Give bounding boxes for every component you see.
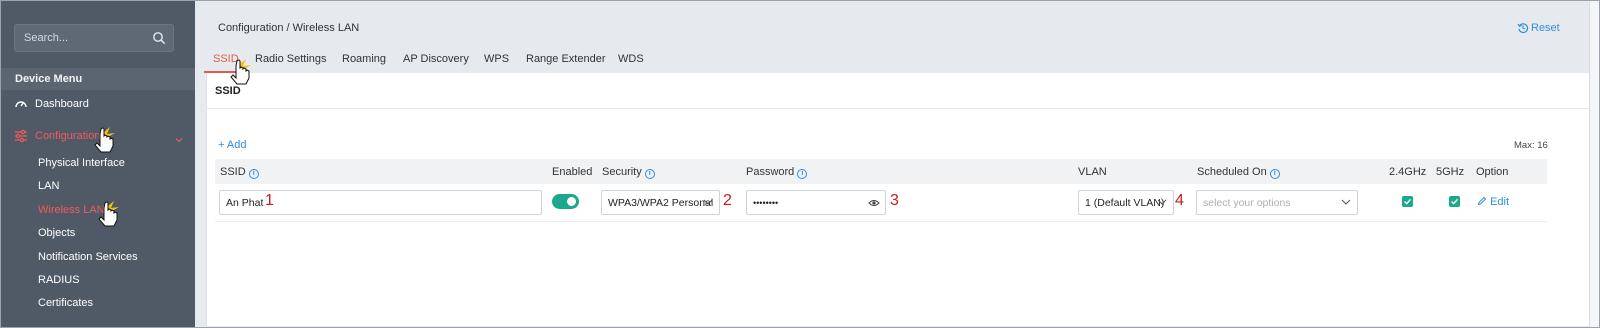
device-menu-heading: Device Menu xyxy=(1,68,195,90)
edit-label: Edit xyxy=(1490,196,1510,208)
table-header xyxy=(215,159,1547,184)
vlan-select[interactable]: 1 (Default VLAN) xyxy=(1078,190,1174,215)
security-value: WPA3/WPA2 Personal xyxy=(608,197,714,209)
scrollbar[interactable] xyxy=(1589,1,1599,327)
device-menu-label: Device Menu xyxy=(15,73,83,85)
sidebar-item-notification-services[interactable]: Notification Services xyxy=(38,251,138,263)
search-placeholder: Search... xyxy=(24,32,69,44)
annotation-number: 2 xyxy=(723,192,732,209)
schedule-select[interactable]: select your options xyxy=(1196,190,1358,215)
column-ssid-label: SSID xyxy=(220,166,246,178)
check-icon xyxy=(1404,198,1412,205)
search-icon[interactable] xyxy=(152,31,166,45)
info-icon[interactable]: i xyxy=(248,169,259,179)
history-icon xyxy=(1517,23,1529,33)
column-security-label: Security xyxy=(602,166,642,178)
pencil-icon xyxy=(1477,196,1487,206)
column-scheduled-on-label: Scheduled On xyxy=(1197,166,1267,178)
chevron-down-icon xyxy=(1341,199,1351,205)
annotation-number: 4 xyxy=(1175,192,1184,209)
column-password-label: Password xyxy=(746,166,795,178)
sidebar-item-dashboard[interactable]: Dashboard xyxy=(35,98,89,110)
tab-roaming[interactable]: Roaming xyxy=(342,53,386,65)
column-security: Security i xyxy=(602,166,655,179)
reset-button[interactable]: Reset xyxy=(1517,22,1560,34)
tab-wps[interactable]: WPS xyxy=(484,53,509,65)
sliders-icon xyxy=(15,129,27,143)
reset-label: Reset xyxy=(1531,22,1560,34)
column-scheduled-on: Scheduled On i xyxy=(1197,166,1280,179)
vlan-value: 1 (Default VLAN) xyxy=(1085,197,1165,209)
sidebar-item-objects[interactable]: Objects xyxy=(38,227,75,239)
click-cursor-icon xyxy=(94,125,115,153)
tab-radio-settings[interactable]: Radio Settings xyxy=(255,53,327,65)
password-input[interactable]: •••••••• xyxy=(746,190,886,215)
band-5ghz-checkbox[interactable] xyxy=(1449,196,1460,207)
breadcrumb: Configuration / Wireless LAN xyxy=(218,22,360,34)
tab-ap-discovery[interactable]: AP Discovery xyxy=(403,53,469,65)
dashboard-icon xyxy=(15,101,27,108)
column-5ghz: 5GHz xyxy=(1436,166,1465,178)
sidebar-item-lan[interactable]: LAN xyxy=(38,180,59,192)
chevron-down-icon xyxy=(703,199,713,205)
chevron-down-icon xyxy=(1157,199,1167,205)
column-ssid: SSID i xyxy=(220,166,259,179)
check-icon xyxy=(1451,198,1459,205)
eye-icon[interactable] xyxy=(868,197,880,209)
tab-wds[interactable]: WDS xyxy=(618,53,644,65)
chevron-down-icon[interactable] xyxy=(174,135,184,145)
sidebar-item-certificates[interactable]: Certificates xyxy=(38,297,93,309)
click-cursor-icon xyxy=(98,199,119,227)
ssid-name-value: An Phat xyxy=(226,197,264,209)
tab-range-extender[interactable]: Range Extender xyxy=(526,53,606,65)
password-value: •••••••• xyxy=(753,198,779,208)
column-option: Option xyxy=(1476,166,1509,178)
edit-button[interactable]: Edit xyxy=(1477,196,1509,208)
enabled-toggle[interactable] xyxy=(552,194,579,209)
search-input[interactable]: Search... xyxy=(14,24,174,52)
column-2-4ghz: 2.4GHz xyxy=(1389,166,1427,178)
divider xyxy=(206,108,1591,109)
annotation-number: 1 xyxy=(265,192,274,209)
column-enabled: Enabled xyxy=(552,166,593,178)
info-icon[interactable]: i xyxy=(644,169,655,179)
annotation-number: 3 xyxy=(890,192,899,209)
column-password: Password i xyxy=(746,166,808,179)
security-select[interactable]: WPA3/WPA2 Personal xyxy=(601,190,720,215)
band-2-4ghz-checkbox[interactable] xyxy=(1402,196,1413,207)
sidebar-item-physical-interface[interactable]: Physical Interface xyxy=(38,157,125,169)
info-icon[interactable]: i xyxy=(797,169,808,179)
column-vlan: VLAN xyxy=(1078,166,1107,178)
max-count: Max: 16 xyxy=(1514,140,1548,151)
sidebar-item-radius[interactable]: RADIUS xyxy=(38,274,80,286)
add-button[interactable]: + Add xyxy=(218,139,246,151)
info-icon[interactable]: i xyxy=(1269,169,1280,179)
schedule-placeholder: select your options xyxy=(1203,197,1291,209)
click-cursor-icon xyxy=(230,57,251,85)
